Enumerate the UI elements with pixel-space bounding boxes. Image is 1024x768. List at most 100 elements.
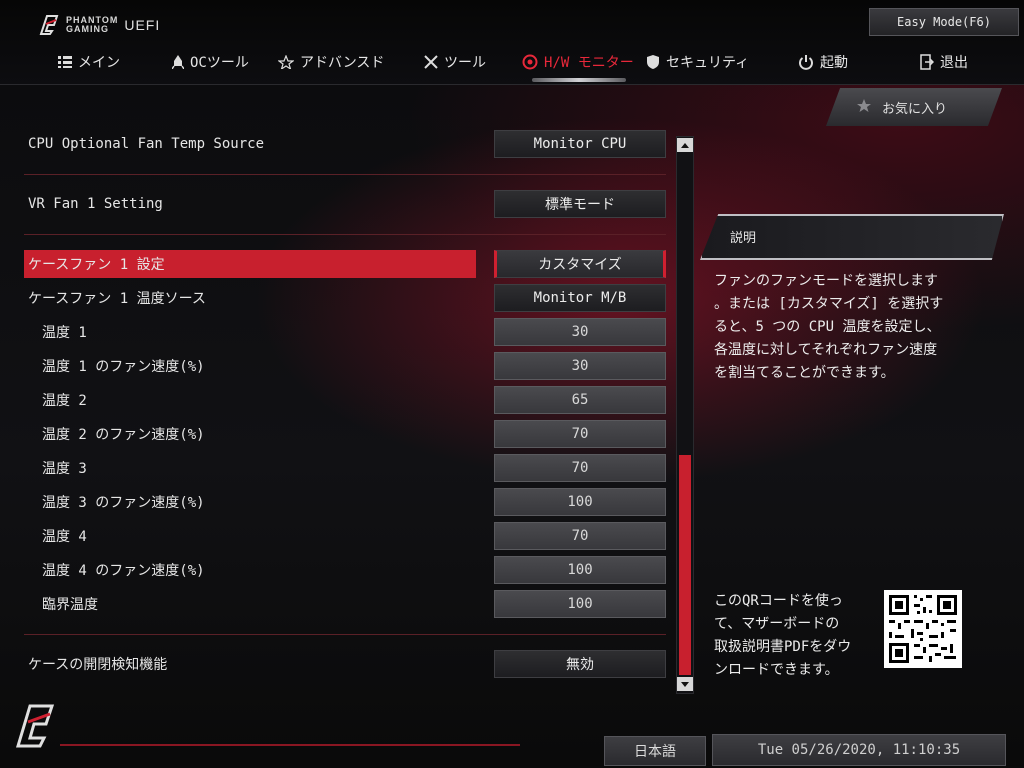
divider	[24, 634, 666, 635]
active-tab-indicator	[532, 78, 626, 82]
setting-label: 温度 3	[42, 461, 87, 477]
tab-main[interactable]: メイン	[58, 46, 120, 78]
setting-value[interactable]: Monitor M/B	[494, 284, 666, 312]
setting-label: ケースの開閉検知機能	[28, 657, 168, 673]
setting-label: VR Fan 1 Setting	[28, 196, 163, 212]
setting-label: 温度 4	[42, 529, 87, 545]
setting-label: ケースファン 1 設定	[28, 257, 165, 273]
tab-hw-monitor-label: H/W モニター	[544, 55, 634, 71]
setting-label: 温度 1 のファン速度(%)	[42, 359, 205, 375]
tab-exit[interactable]: 退出	[920, 46, 968, 78]
setting-row[interactable]: 温度 1 のファン速度(%) 30	[24, 352, 666, 380]
setting-label: 温度 3 のファン速度(%)	[42, 495, 205, 511]
language-button[interactable]: 日本語	[604, 736, 706, 766]
tab-security[interactable]: セキュリティ	[646, 46, 749, 78]
tab-advanced-label: アドバンスド	[300, 55, 385, 71]
scroll-thumb[interactable]	[679, 455, 691, 675]
list-icon	[58, 56, 72, 68]
description-header: 説明	[700, 214, 1004, 260]
setting-value[interactable]: 70	[494, 454, 666, 482]
bottom-accent-line	[60, 744, 520, 746]
setting-value[interactable]: カスタマイズ	[494, 250, 666, 278]
logo-uefi: UEFI	[124, 17, 161, 33]
setting-value[interactable]: 30	[494, 318, 666, 346]
tab-exit-label: 退出	[940, 55, 968, 71]
tab-tools[interactable]: ツール	[424, 46, 486, 78]
tools-icon	[424, 55, 438, 69]
setting-value[interactable]: 100	[494, 488, 666, 516]
logo-line2: GAMING	[66, 24, 109, 34]
tab-hw-monitor[interactable]: H/W モニター	[522, 46, 634, 78]
divider	[24, 174, 666, 175]
star-outline-icon	[278, 55, 294, 69]
arrow-up-icon	[681, 142, 689, 148]
shield-icon	[647, 55, 659, 69]
description-line: 各温度に対してそれぞれファン速度	[714, 342, 938, 358]
arrow-down-icon	[681, 681, 689, 687]
setting-row[interactable]: ケースファン 1 温度ソース Monitor M/B	[24, 284, 666, 312]
setting-value[interactable]: 65	[494, 386, 666, 414]
setting-row[interactable]: 臨界温度 100	[24, 590, 666, 618]
scroll-down-button[interactable]	[677, 677, 693, 691]
setting-row[interactable]: 温度 2 のファン速度(%) 70	[24, 420, 666, 448]
setting-value[interactable]: 標準モード	[494, 190, 666, 218]
tab-oc-tools[interactable]: OCツール	[172, 46, 249, 78]
setting-label: ケースファン 1 温度ソース	[28, 291, 206, 307]
star-icon	[857, 99, 871, 112]
rocket-icon	[172, 55, 184, 69]
qr-text-line: ンロードできます。	[714, 662, 839, 678]
setting-row[interactable]: 温度 1 30	[24, 318, 666, 346]
setting-value[interactable]: 30	[494, 352, 666, 380]
tab-boot-label: 起動	[820, 55, 848, 71]
setting-row[interactable]: CPU Optional Fan Temp Source Monitor CPU	[24, 130, 666, 158]
setting-row[interactable]: VR Fan 1 Setting 標準モード	[24, 190, 666, 218]
setting-value[interactable]: 70	[494, 420, 666, 448]
favorites-label: お気に入り	[882, 102, 948, 117]
setting-value[interactable]: 100	[494, 556, 666, 584]
description-line: 。または [カスタマイズ] を選択す	[714, 296, 944, 312]
setting-row[interactable]: 温度 4 のファン速度(%) 100	[24, 556, 666, 584]
qr-text-line: て、マザーボードの	[714, 616, 840, 632]
setting-label: CPU Optional Fan Temp Source	[28, 136, 265, 152]
main-nav: メイン OCツール アドバンスド ツール H/W モニター セキュリティ 起動	[0, 46, 1024, 80]
tab-tools-label: ツール	[444, 55, 486, 71]
tab-advanced[interactable]: アドバンスド	[278, 46, 384, 78]
setting-row[interactable]: 温度 4 70	[24, 522, 666, 550]
setting-value[interactable]: 100	[494, 590, 666, 618]
brand-logo: PHANTOM GAMING UEFI	[38, 12, 160, 38]
tab-boot[interactable]: 起動	[798, 46, 848, 78]
setting-label: 臨界温度	[42, 597, 98, 613]
setting-value[interactable]: 70	[494, 522, 666, 550]
setting-value[interactable]: Monitor CPU	[494, 130, 666, 158]
qr-description: このQRコードを使っ て、マザーボードの 取扱説明書PDFをダウ ンロードできま…	[714, 590, 874, 682]
setting-value[interactable]: 無効	[494, 650, 666, 678]
description-title: 説明	[730, 231, 757, 246]
setting-row[interactable]: 温度 3 70	[24, 454, 666, 482]
setting-label: 温度 1	[42, 325, 87, 341]
setting-row[interactable]: ケースの開閉検知機能 無効	[24, 650, 666, 678]
exit-icon	[920, 54, 934, 70]
scrollbar[interactable]	[676, 136, 694, 694]
phantom-gaming-bottom-logo-icon	[15, 704, 55, 748]
setting-label: 温度 4 のファン速度(%)	[42, 563, 205, 579]
setting-row-selected[interactable]: ケースファン 1 設定 カスタマイズ	[24, 250, 666, 278]
power-icon	[799, 55, 813, 70]
qr-text-line: 取扱説明書PDFをダウ	[714, 639, 852, 655]
qr-code-icon	[884, 590, 962, 668]
setting-row[interactable]: 温度 2 65	[24, 386, 666, 414]
setting-label: 温度 2	[42, 393, 87, 409]
divider	[24, 234, 666, 235]
description-text: ファンのファンモードを選択します 。または [カスタマイズ] を選択す ると、5…	[714, 270, 984, 385]
datetime-display: Tue 05/26/2020, 11:10:35	[712, 734, 1006, 766]
monitor-gauge-icon	[522, 54, 538, 70]
description-line: ると、5 つの CPU 温度を設定し、	[714, 319, 941, 335]
settings-list: CPU Optional Fan Temp Source Monitor CPU…	[0, 90, 680, 690]
setting-label: 温度 2 のファン速度(%)	[42, 427, 205, 443]
qr-text-line: このQRコードを使っ	[714, 593, 843, 609]
favorites-button[interactable]: お気に入り	[826, 88, 1002, 126]
scroll-up-button[interactable]	[677, 138, 693, 152]
setting-row[interactable]: 温度 3 のファン速度(%) 100	[24, 488, 666, 516]
easy-mode-button[interactable]: Easy Mode(F6)	[869, 8, 1019, 36]
tab-main-label: メイン	[78, 55, 120, 71]
phantom-gaming-logo-icon	[39, 15, 59, 35]
